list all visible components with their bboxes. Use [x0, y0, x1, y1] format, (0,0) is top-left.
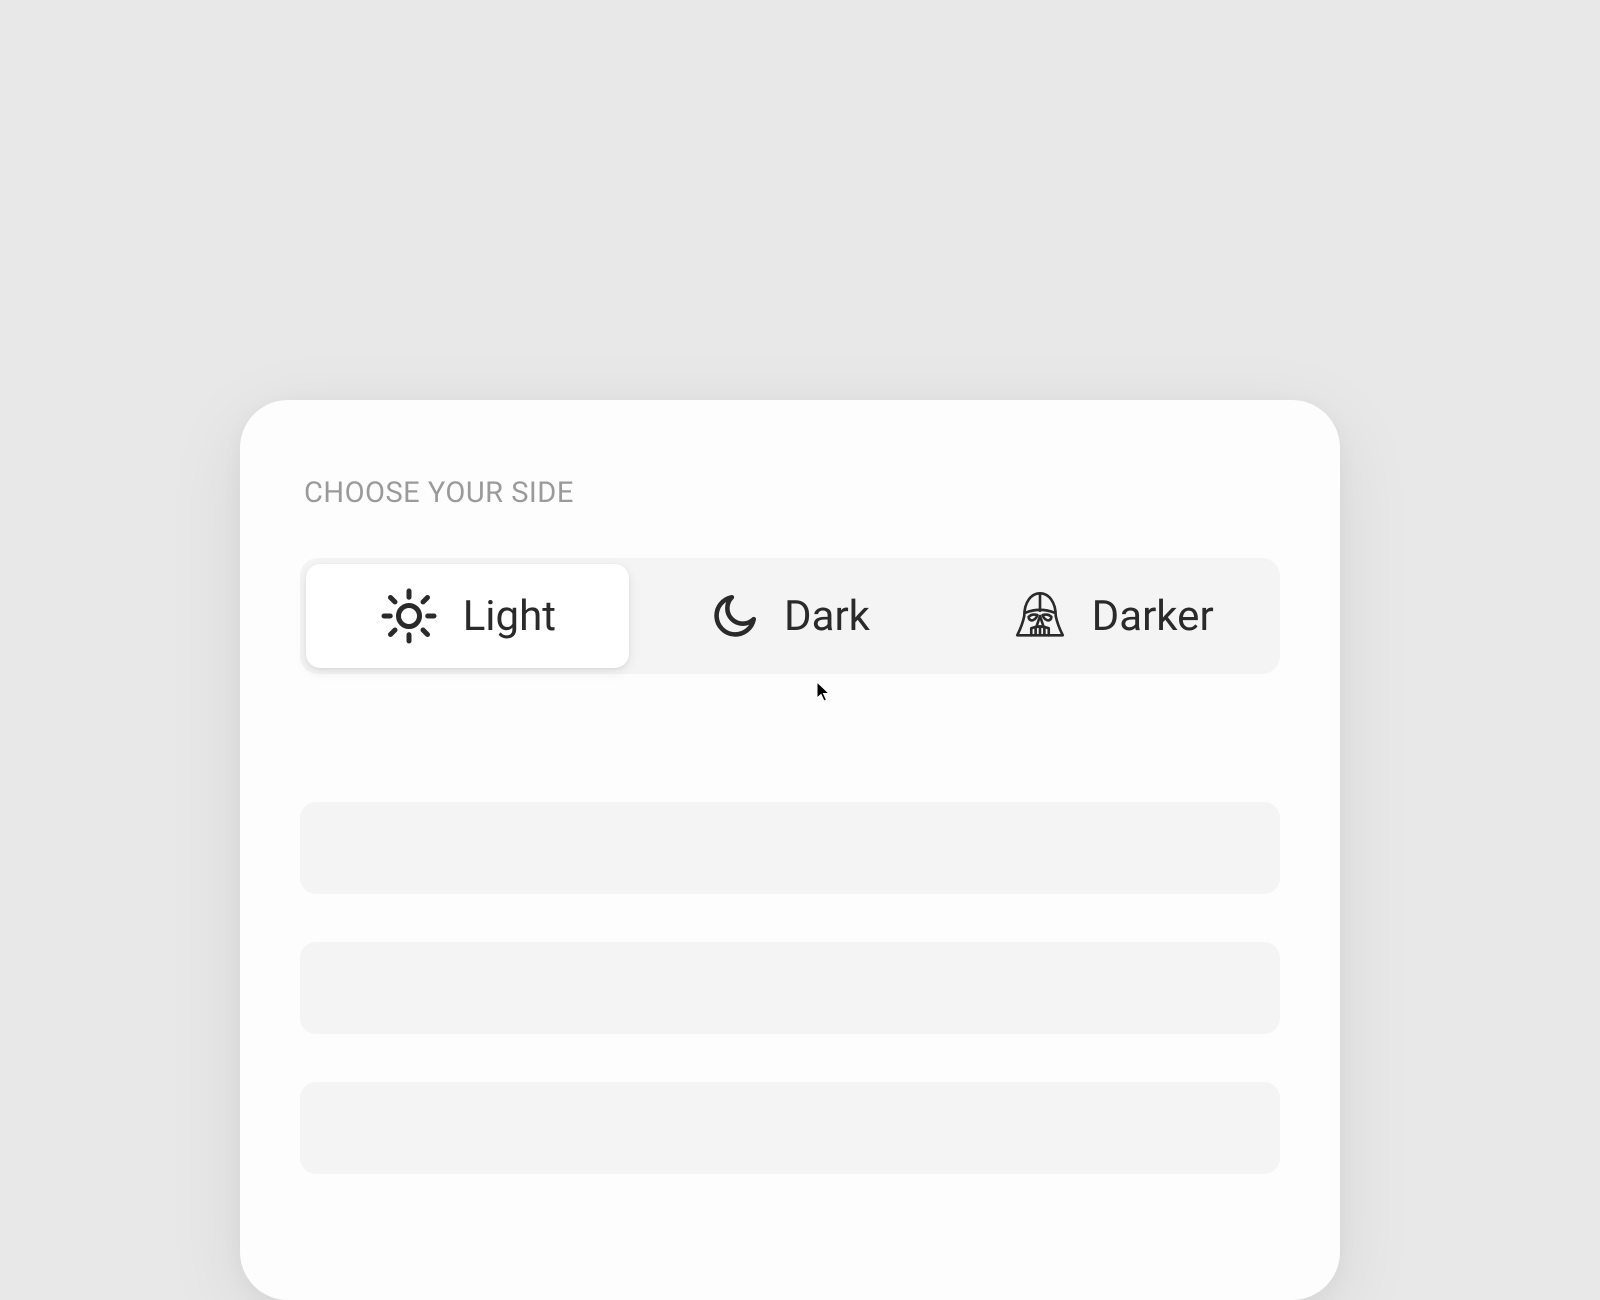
section-title: CHOOSE YOUR SIDE: [304, 476, 1280, 510]
theme-option-label: Dark: [784, 592, 870, 641]
darth-vader-icon: [1012, 588, 1068, 644]
sun-icon: [379, 586, 439, 646]
theme-option-label: Darker: [1092, 592, 1214, 641]
theme-option-dark[interactable]: Dark: [629, 564, 952, 668]
content-placeholder-row: [300, 942, 1280, 1034]
theme-option-light[interactable]: Light: [306, 564, 629, 668]
theme-segmented-control: Light Dark: [300, 558, 1280, 674]
content-placeholder-row: [300, 802, 1280, 894]
theme-option-darker[interactable]: Darker: [951, 564, 1274, 668]
theme-card: CHOOSE YOUR SIDE Light: [240, 400, 1340, 1300]
content-placeholder-row: [300, 1082, 1280, 1174]
content-placeholder-list: [300, 802, 1280, 1174]
theme-option-label: Light: [463, 592, 556, 641]
moon-icon: [710, 591, 760, 641]
